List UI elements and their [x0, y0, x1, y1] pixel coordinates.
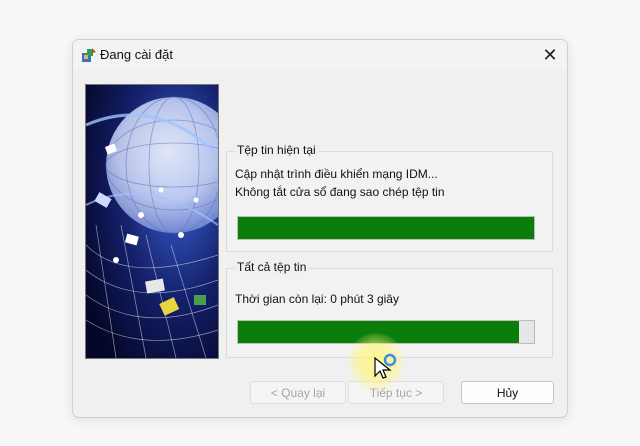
current-file-progress-fill — [238, 217, 534, 239]
close-button[interactable]: ✕ — [533, 40, 567, 70]
current-file-progress — [237, 216, 535, 240]
current-file-label: Tệp tin hiện tại — [235, 143, 318, 157]
window-title: Đang cài đặt — [100, 47, 173, 62]
title-bar[interactable]: Đang cài đặt ✕ — [73, 40, 567, 70]
current-file-line1: Cập nhật trình điều khiển mạng IDM... — [235, 167, 438, 181]
installer-dialog: Đang cài đặt ✕ Tệp tin hiện tại Cập nhật… — [72, 39, 568, 418]
close-icon: ✕ — [542, 44, 558, 65]
time-remaining-text: Thời gian còn lại: 0 phút 3 giây — [235, 292, 399, 306]
mouse-pointer-icon — [374, 353, 397, 379]
all-files-label: Tất cả tệp tin — [235, 260, 309, 274]
current-file-line2: Không tắt cửa sổ đang sao chép tệp tin — [235, 185, 445, 199]
installer-icon — [82, 48, 96, 62]
globe-network-image — [86, 85, 218, 358]
current-file-group: Tệp tin hiện tại Cập nhật trình điều khi… — [226, 143, 553, 252]
cancel-button[interactable]: Hủy — [461, 381, 554, 404]
back-button[interactable]: < Quay lại — [250, 381, 346, 404]
installer-side-image — [85, 84, 219, 359]
